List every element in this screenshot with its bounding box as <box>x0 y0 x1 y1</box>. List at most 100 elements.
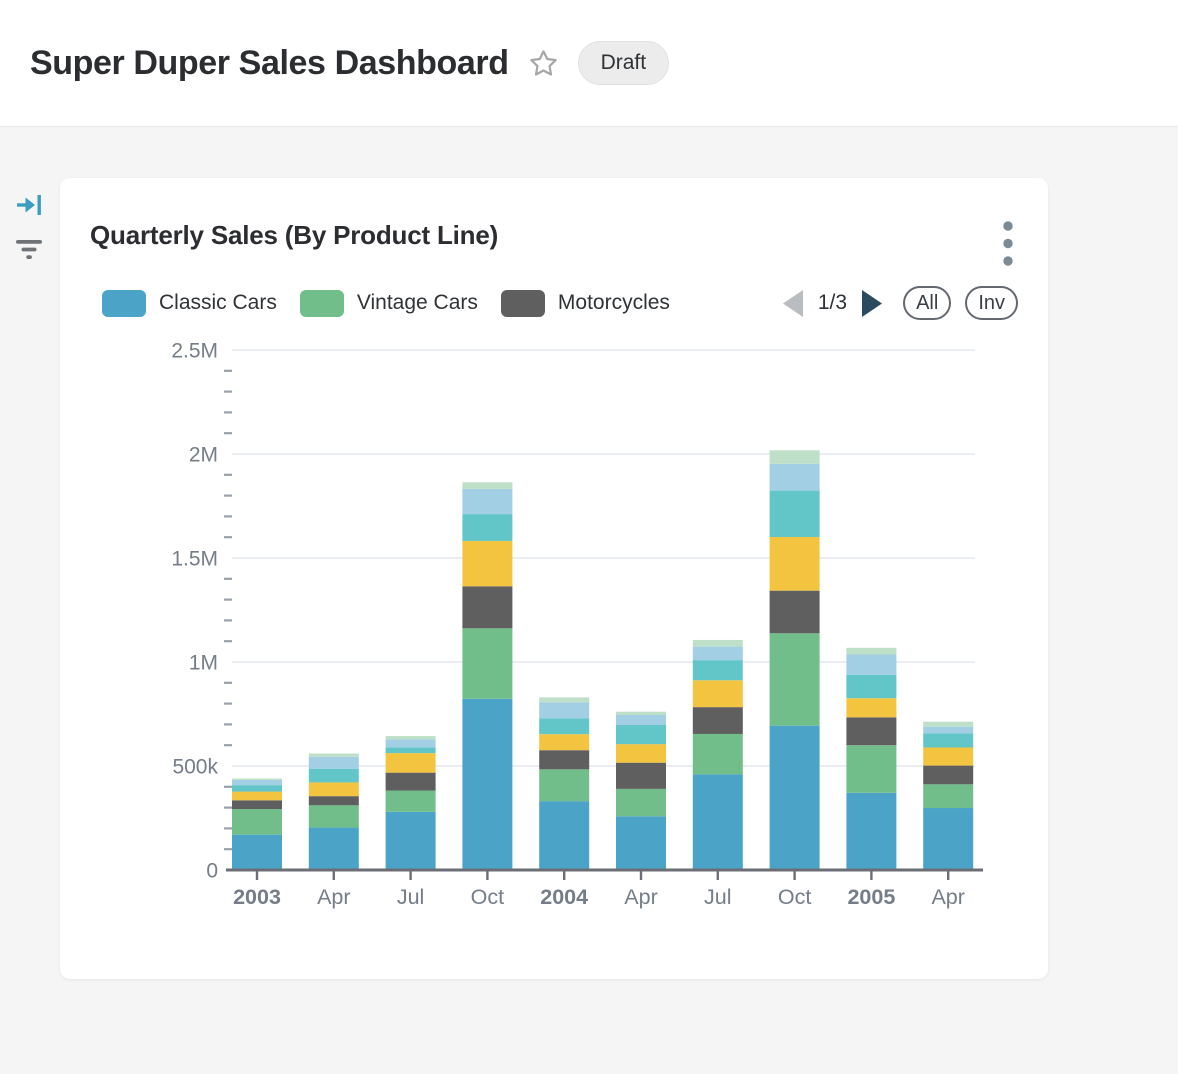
svg-text:Oct: Oct <box>471 885 504 909</box>
bar-segment[interactable] <box>462 628 512 699</box>
bar-segment[interactable] <box>309 796 359 805</box>
favorite-star-icon[interactable] <box>528 48 559 79</box>
bar-segment[interactable] <box>846 655 896 675</box>
bar-segment[interactable] <box>309 805 359 827</box>
bar-segment[interactable] <box>309 782 359 796</box>
bar-segment[interactable] <box>539 702 589 718</box>
bar-segment[interactable] <box>232 778 282 779</box>
bar-segment[interactable] <box>386 791 436 812</box>
bar-segment[interactable] <box>232 809 282 835</box>
bar-segment[interactable] <box>616 725 666 744</box>
legend-swatch-icon <box>300 290 344 317</box>
bar-segment[interactable] <box>386 747 436 753</box>
bar-segment[interactable] <box>616 744 666 763</box>
bar-segment[interactable] <box>309 757 359 769</box>
svg-text:1.5M: 1.5M <box>171 548 218 571</box>
bar-segment[interactable] <box>693 640 743 647</box>
bar-segment[interactable] <box>770 450 820 464</box>
bar-segment[interactable] <box>386 812 436 870</box>
bar-segment[interactable] <box>923 733 973 747</box>
bar-segment[interactable] <box>616 816 666 870</box>
bar-segment[interactable] <box>539 697 589 702</box>
svg-text:2005: 2005 <box>847 885 895 909</box>
bar-segment[interactable] <box>616 715 666 725</box>
bar-segment[interactable] <box>846 698 896 717</box>
triangle-left-icon[interactable] <box>783 290 803 317</box>
bar-segment[interactable] <box>923 808 973 870</box>
bar-segment[interactable] <box>232 835 282 870</box>
bar-segment[interactable] <box>770 591 820 634</box>
bar-segment[interactable] <box>386 773 436 791</box>
bar-segment[interactable] <box>386 736 436 739</box>
select-all-button[interactable]: All <box>903 286 951 320</box>
bar-segment[interactable] <box>309 828 359 870</box>
collapse-right-icon[interactable] <box>15 192 43 218</box>
legend-swatch-icon <box>102 290 146 317</box>
bar-segment[interactable] <box>309 754 359 757</box>
svg-text:1M: 1M <box>189 652 218 675</box>
workspace: 0500k1M1.5M2M2.5M2003AprJulOct2004AprJul… <box>0 127 1178 1074</box>
bar-segment[interactable] <box>923 766 973 785</box>
kebab-menu-icon[interactable] <box>1002 220 1014 267</box>
bar-segment[interactable] <box>462 482 512 489</box>
chart-card: 0500k1M1.5M2M2.5M2003AprJulOct2004AprJul… <box>60 178 1048 979</box>
triangle-right-icon[interactable] <box>862 290 882 317</box>
bar-segment[interactable] <box>462 699 512 870</box>
bar-segment[interactable] <box>539 718 589 734</box>
bar-segment[interactable] <box>462 541 512 586</box>
bar-segment[interactable] <box>693 680 743 707</box>
bar-segment[interactable] <box>539 769 589 801</box>
bar-segment[interactable] <box>309 769 359 783</box>
bar-segment[interactable] <box>846 675 896 699</box>
legend-item[interactable]: Classic Cars <box>102 290 277 317</box>
legend-item[interactable]: Vintage Cars <box>300 290 478 317</box>
bar-segment[interactable] <box>616 789 666 816</box>
bar-segment[interactable] <box>693 734 743 774</box>
legend-item[interactable]: Motorcycles <box>501 290 670 317</box>
bar-segment[interactable] <box>923 722 973 727</box>
status-badge: Draft <box>578 41 670 85</box>
svg-text:2003: 2003 <box>233 885 281 909</box>
page-indicator: 1/3 <box>818 291 847 315</box>
page-title: Super Duper Sales Dashboard <box>30 44 509 83</box>
bar-segment[interactable] <box>846 793 896 870</box>
bar-segment[interactable] <box>462 586 512 628</box>
svg-text:0: 0 <box>206 860 218 883</box>
svg-text:Jul: Jul <box>397 885 424 909</box>
bar-segment[interactable] <box>462 489 512 514</box>
bar-segment[interactable] <box>386 739 436 747</box>
bar-segment[interactable] <box>539 750 589 769</box>
bar-segment[interactable] <box>770 537 820 591</box>
bar-segment[interactable] <box>693 707 743 734</box>
bar-segment[interactable] <box>770 633 820 725</box>
bar-segment[interactable] <box>770 464 820 491</box>
legend-row: Classic CarsVintage CarsMotorcycles 1/3 … <box>60 286 1048 320</box>
invert-selection-button[interactable]: Inv <box>965 286 1018 320</box>
legend-label: Classic Cars <box>159 291 277 315</box>
bar-segment[interactable] <box>923 747 973 765</box>
bar-segment[interactable] <box>693 660 743 680</box>
bar-segment[interactable] <box>232 785 282 791</box>
bar-segment[interactable] <box>462 514 512 541</box>
bar-segment[interactable] <box>616 763 666 789</box>
bar-segment[interactable] <box>846 745 896 793</box>
bar-segment[interactable] <box>923 784 973 808</box>
bar-segment[interactable] <box>693 647 743 661</box>
bar-segment[interactable] <box>539 801 589 870</box>
bar-segment[interactable] <box>539 734 589 750</box>
bar-segment[interactable] <box>770 491 820 537</box>
sidebar-rail <box>0 178 58 261</box>
bar-segment[interactable] <box>693 774 743 870</box>
bar-segment[interactable] <box>770 726 820 870</box>
bar-segment[interactable] <box>232 792 282 801</box>
svg-text:2M: 2M <box>189 444 218 467</box>
filter-icon[interactable] <box>15 239 43 261</box>
bar-segment[interactable] <box>232 780 282 785</box>
bar-segment[interactable] <box>846 717 896 745</box>
bar-segment[interactable] <box>232 800 282 809</box>
bar-segment[interactable] <box>846 648 896 655</box>
bar-segment[interactable] <box>616 712 666 715</box>
svg-text:Apr: Apr <box>931 885 964 909</box>
bar-segment[interactable] <box>386 753 436 773</box>
bar-segment[interactable] <box>923 727 973 734</box>
